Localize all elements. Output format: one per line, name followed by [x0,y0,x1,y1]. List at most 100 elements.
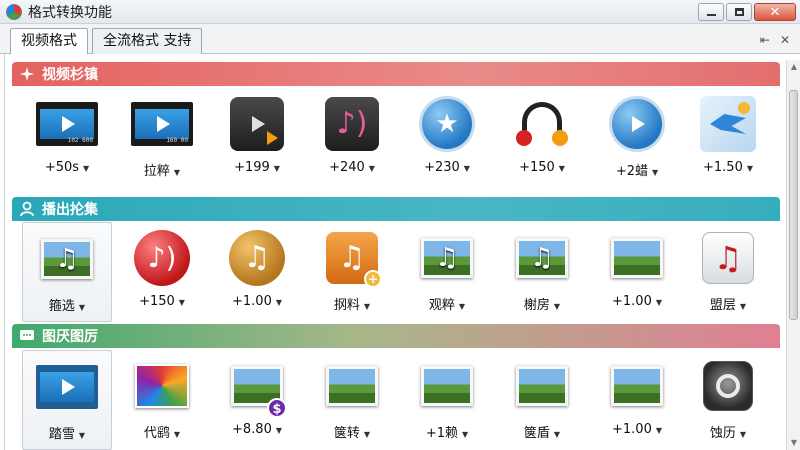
section-title: 播出抡集 [42,202,98,218]
format-item[interactable]: +199 ▼ [212,88,302,188]
landscape-photo-icon [421,366,473,406]
close-tab-icon[interactable]: ✕ [780,33,790,47]
format-label: +1赖 [425,426,458,441]
minimize-button[interactable] [698,3,724,21]
pin-icon[interactable]: ⇤ [760,33,770,47]
format-item[interactable]: ♫ + 㧏料 ▼ [307,222,397,322]
format-label: 代鹞 [143,426,170,441]
star-badge-icon: ★ [419,96,475,152]
close-window-button[interactable]: ✕ [754,3,796,21]
format-label: 蚀历 [709,426,736,441]
music-gold-circle-icon: ♫ [229,230,285,286]
format-item[interactable]: ♫ 箍选 ▼ [22,222,112,322]
format-label: +8.80 [232,422,272,437]
format-item[interactable]: +2蜡 ▼ [592,88,682,188]
film-video-icon: 102 600 [36,102,98,146]
format-item[interactable]: 102 600 +50s ▼ [22,88,112,188]
format-item[interactable]: 代鹞 ▼ [117,350,207,450]
chevron-down-icon[interactable]: ▼ [83,164,89,173]
music-landscape-icon: ♫ [421,238,473,278]
tab-video-format[interactable]: 视频格式 [10,28,88,55]
format-item[interactable]: ♪) +240 ▼ [307,88,397,188]
chevron-down-icon[interactable]: ▼ [459,302,465,311]
chevron-down-icon[interactable]: ▼ [179,298,185,307]
format-label: +240 [329,160,365,175]
window-title: 格式转换功能 [28,4,112,21]
media-player-icon [230,97,284,151]
music-photo-icon: ♫ [41,239,93,279]
sparkle-icon [18,65,36,83]
dollar-icon: $ [267,398,287,418]
chevron-down-icon[interactable]: ▼ [747,164,753,173]
section-header-video[interactable]: 视频杉镇 [12,62,780,86]
video-format-row: 102 600 +50s ▼ 160 00 拉粹 ▼ +199 ▼ ♪) +240 ▼ … [16,88,776,188]
format-item[interactable]: +1.00 ▼ [592,222,682,322]
format-label: 箍选 [48,299,75,314]
landscape-photo-icon [516,366,568,406]
chevron-down-icon[interactable]: ▼ [369,164,375,173]
format-item[interactable]: ♫ 盟层 ▼ [683,222,773,322]
chevron-down-icon[interactable]: ▼ [740,302,746,311]
vertical-scrollbar[interactable]: ▲ ▼ [786,60,800,450]
chevron-down-icon[interactable]: ▼ [554,302,560,311]
chevron-down-icon[interactable]: ▼ [174,430,180,439]
format-item[interactable]: 箧盾 ▼ [497,350,587,450]
format-label: 盟层 [709,298,736,313]
format-item[interactable]: +1.50 ▼ [683,88,773,188]
chevron-down-icon[interactable]: ▼ [656,426,662,435]
maximize-button[interactable] [726,3,752,21]
chevron-down-icon[interactable]: ▼ [174,168,180,177]
chevron-down-icon[interactable]: ▼ [276,298,282,307]
chevron-down-icon[interactable]: ▼ [462,430,468,439]
chevron-down-icon[interactable]: ▼ [276,426,282,435]
landscape-photo-icon [326,366,378,406]
tab-all-formats[interactable]: 全流格式 支持 [92,28,203,54]
format-item[interactable]: +1赖 ▼ [402,350,492,450]
chevron-down-icon[interactable]: ▼ [554,430,560,439]
headphones-icon [514,96,570,152]
title-bar: 格式转换功能 ✕ [0,0,800,24]
chevron-down-icon[interactable]: ▼ [364,302,370,311]
chevron-down-icon[interactable]: ▼ [656,298,662,307]
music-orange-plus-icon: ♫ + [326,232,382,288]
speaker-icon [703,361,753,411]
format-label: +230 [424,160,460,175]
format-item[interactable]: ♫ 观粹 ▼ [402,222,492,322]
colorful-photo-icon [135,364,189,408]
scroll-up-icon[interactable]: ▲ [787,60,800,74]
format-item[interactable]: ★ +230 ▼ [402,88,492,188]
section-header-audio[interactable]: 播出抡集 [12,197,780,221]
format-label: +150 [139,294,175,309]
format-item[interactable]: +1.00 ▼ [592,350,682,450]
format-label: 榭房 [523,298,550,313]
tab-controls: ⇤ ✕ [760,33,790,47]
chevron-down-icon[interactable]: ▼ [652,168,658,177]
format-item[interactable]: ♫ 榭房 ▼ [497,222,587,322]
format-item[interactable]: 蚀历 ▼ [683,350,773,450]
chevron-down-icon[interactable]: ▼ [464,164,470,173]
music-note-tile-icon: ♫ [702,232,754,284]
music-waves-icon: ♪) [325,97,379,151]
app-logo-icon [6,3,22,20]
scroll-down-icon[interactable]: ▼ [787,436,800,450]
format-label: +1.50 [703,160,743,175]
chevron-down-icon[interactable]: ▼ [559,164,565,173]
format-item[interactable]: 160 00 拉粹 ▼ [117,88,207,188]
format-item[interactable]: ♫ +1.00 ▼ [212,222,302,322]
format-item[interactable]: $ +8.80 ▼ [212,350,302,450]
scroll-thumb[interactable] [789,90,798,320]
format-label: +2蜡 [615,164,648,179]
chevron-down-icon[interactable]: ▼ [274,164,280,173]
chevron-down-icon[interactable]: ▼ [79,431,85,440]
chevron-down-icon[interactable]: ▼ [79,303,85,312]
format-item[interactable]: 箧转 ▼ [307,350,397,450]
format-item[interactable]: +150 ▼ [497,88,587,188]
minimize-icon [706,14,716,16]
window-controls: ✕ [698,3,796,21]
chevron-down-icon[interactable]: ▼ [364,430,370,439]
section-header-image[interactable]: 图厌图厉 [12,324,780,348]
format-item[interactable]: 踏雪 ▼ [22,350,112,450]
play-square-icon [36,365,98,409]
format-item[interactable]: ♪) +150 ▼ [117,222,207,322]
chevron-down-icon[interactable]: ▼ [740,430,746,439]
